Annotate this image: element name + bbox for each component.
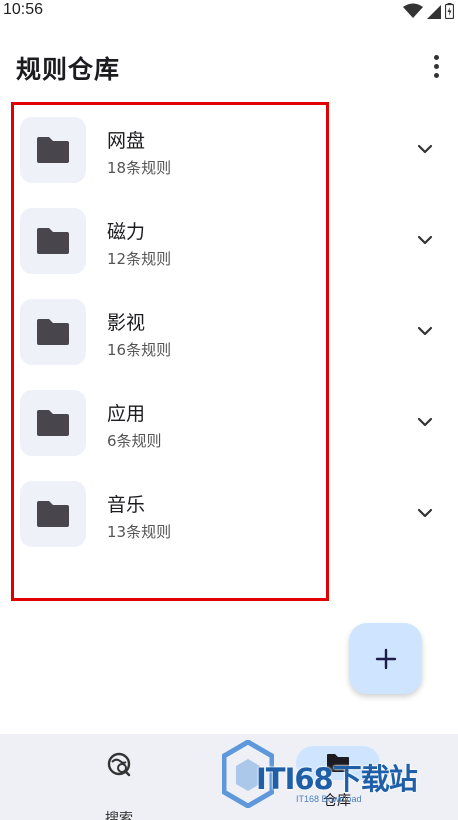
nav-label-repository: 仓库 — [323, 793, 351, 809]
folder-icon — [37, 137, 69, 163]
list-item[interactable]: 音乐 13条规则 — [0, 468, 458, 559]
repository-name: 应用 — [107, 403, 146, 425]
repository-name: 磁力 — [107, 221, 146, 243]
chevron-down-icon[interactable] — [416, 140, 434, 158]
repository-name: 影视 — [107, 312, 146, 334]
folder-tile — [20, 117, 86, 183]
rule-count: 16条规则 — [107, 341, 172, 359]
nav-active-indicator — [296, 746, 380, 780]
page-title: 规则仓库 — [16, 55, 121, 84]
list-item[interactable]: 影视 16条规则 — [0, 286, 458, 377]
add-repository-button[interactable] — [349, 623, 422, 694]
nav-item-repository[interactable]: 仓库 — [296, 746, 380, 816]
repository-name: 音乐 — [107, 494, 146, 516]
folder-icon — [37, 228, 69, 254]
rule-count: 18条规则 — [107, 159, 172, 177]
chevron-down-icon[interactable] — [416, 231, 434, 249]
rule-count: 13条规则 — [107, 523, 172, 541]
chevron-down-icon[interactable] — [416, 322, 434, 340]
rule-count: 6条规则 — [107, 432, 162, 450]
chevron-down-icon[interactable] — [416, 413, 434, 431]
repository-name: 网盘 — [107, 130, 146, 152]
list-item[interactable]: 网盘 18条规则 — [0, 104, 458, 195]
folder-icon — [37, 319, 69, 345]
status-time: 10:56 — [3, 1, 44, 18]
wifi-icon — [403, 3, 423, 18]
cellular-icon — [427, 5, 441, 19]
nav-item-search[interactable]: 搜索 — [78, 752, 160, 820]
app-bar: 规则仓库 — [0, 40, 458, 96]
nav-label-search: 搜索 — [105, 811, 133, 820]
battery-icon — [445, 3, 454, 19]
folder-icon — [37, 410, 69, 436]
folder-tile — [20, 390, 86, 456]
plus-icon — [375, 648, 396, 669]
repository-list: 网盘 18条规则 磁力 12条规则 影视 16条规则 应用 6条规则 音乐 13… — [0, 104, 458, 559]
folder-tile — [20, 299, 86, 365]
rule-count: 12条规则 — [107, 250, 172, 268]
list-item[interactable]: 磁力 12条规则 — [0, 195, 458, 286]
folder-icon — [327, 754, 349, 772]
status-bar: 10:56 — [0, 0, 458, 24]
folder-icon — [37, 501, 69, 527]
folder-tile — [20, 481, 86, 547]
more-vert-icon — [433, 54, 439, 60]
status-icons — [403, 3, 454, 19]
bottom-navigation: 搜索 仓库 — [0, 734, 458, 820]
chevron-down-icon[interactable] — [416, 504, 434, 522]
search-rule-icon — [107, 752, 131, 777]
more-options-button[interactable] — [424, 50, 448, 82]
list-item[interactable]: 应用 6条规则 — [0, 377, 458, 468]
folder-tile — [20, 208, 86, 274]
